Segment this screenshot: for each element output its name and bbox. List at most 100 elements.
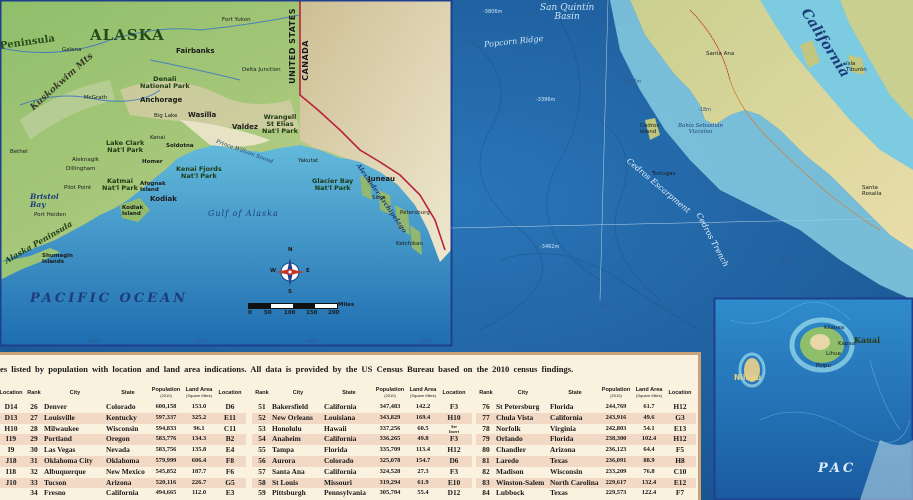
- cell-population: 229,617: [605, 478, 627, 486]
- cell-city: Milwaukee: [44, 423, 79, 433]
- cell-land-area: 169.4: [415, 413, 431, 421]
- header-land-area-2-sub: (Square Miles): [185, 393, 212, 398]
- cell-population: 236,091: [605, 457, 627, 464]
- place-sitka: Sitka: [372, 195, 386, 201]
- depth-3: -4137m: [622, 79, 642, 85]
- table-row: D14: [0, 402, 24, 413]
- table-row: 83 Winston-Salem North Carolina 229,617 132.…: [476, 477, 696, 489]
- place-fort-yukon: Fort Yukon: [222, 17, 251, 23]
- cell-city: Albuquerque: [44, 466, 86, 476]
- header-land-area-3-sub: (Square Miles): [409, 393, 436, 398]
- cell-rank: 33: [30, 477, 38, 487]
- cell-state: Oklahoma: [106, 456, 140, 465]
- header-state-4: State: [568, 390, 582, 396]
- san-quintin-basin-label: San Quintín Basin: [540, 3, 595, 22]
- scale-bar: 0 50 100 150 200 Miles: [248, 302, 358, 323]
- place-dillingham: Dillingham: [66, 166, 96, 172]
- cell-rank: 82: [482, 466, 490, 476]
- cell-city: Tampa: [272, 445, 294, 455]
- place-lihue: Lihue: [826, 351, 841, 357]
- cell-land-area: 132.4: [641, 478, 657, 486]
- place-denali: Denali National Park: [140, 75, 190, 90]
- cell-rank: 84: [482, 488, 490, 498]
- cell-city: Chula Vista: [496, 412, 534, 422]
- cell-location: H12: [447, 445, 461, 455]
- cell-city: Las Vegas: [44, 445, 76, 455]
- table-row: 52 New Orleans Louisiana 343,829 169.4 H10: [252, 412, 472, 424]
- cell-state: Wisconsin: [550, 466, 583, 476]
- table-row: 82 Madison Wisconsin 233,209 76.8 C10: [476, 467, 696, 478]
- cell-state: New Mexico: [106, 466, 145, 476]
- cell-location: F3: [449, 466, 459, 476]
- cell-city: Chandler: [496, 445, 526, 455]
- place-wrangell: Wrangell St Elias Nat'l Park: [262, 113, 298, 135]
- scale-tick-50: 50: [264, 310, 272, 316]
- bahia-label: Bahía Sebastián Vizcaíno: [678, 123, 724, 135]
- cell-city: Pittsburgh: [272, 488, 306, 498]
- cell-state: Kentucky: [106, 412, 137, 422]
- table-block-1: Location D14 D13 H10 I19 I9 J18 I18 J10: [0, 385, 24, 500]
- header-land-area-4-sub: (Square Miles): [635, 393, 662, 398]
- cell-land-area: 64.4: [643, 446, 655, 454]
- cell-rank: 53: [258, 423, 266, 433]
- table-row: 34 Fresno California 494,665 112.0 E3: [24, 488, 246, 499]
- cell-state: Wisconsin: [106, 423, 139, 433]
- compass-rose: N S W E: [270, 247, 310, 296]
- table-row: I19: [0, 434, 24, 446]
- cell-location: D14: [4, 402, 18, 411]
- table-row: 51 Bakersfield California 347,483 142.2 F3: [252, 402, 472, 413]
- header-land-area-2: Land Area (Square Miles): [182, 385, 216, 401]
- table-row: H10: [0, 424, 24, 435]
- cell-population: 335,709: [379, 446, 401, 454]
- cell-location: C10: [673, 466, 687, 476]
- cell-rank: 79: [482, 434, 490, 444]
- cell-location: I9: [7, 445, 15, 455]
- cell-location: F5: [675, 445, 685, 455]
- table-row: 79 Orlando Florida 238,300 102.4 H12: [476, 434, 696, 446]
- table-row: I9: [0, 445, 24, 456]
- table-row: J18: [0, 456, 24, 467]
- cell-location: D13: [4, 412, 18, 422]
- table-row: 32 Albuquerque New Mexico 545,852 187.7 F6: [24, 467, 246, 478]
- cell-state: Florida: [550, 402, 574, 411]
- cell-location: J10: [5, 477, 17, 487]
- table-row: 57 Santa Ana California 324,528 27.3 F3: [252, 467, 472, 478]
- cell-rank: 52: [258, 412, 266, 422]
- cell-population: 583,776: [155, 435, 177, 443]
- cell-location: H8: [675, 456, 685, 465]
- place-kodiak-island: Kodiak Island: [122, 205, 144, 217]
- cell-rank: 29: [30, 434, 38, 444]
- table-row: 59 Pittsburgh Pennsylvania 305,704 55.4 D12: [252, 488, 472, 499]
- place-bethel: Bethel: [10, 149, 28, 155]
- cell-rank: 83: [482, 477, 490, 487]
- place-lake-clark: Lake Clark Nat'l Park: [106, 139, 145, 154]
- cell-population: 242,803: [605, 424, 627, 432]
- cell-land-area: 112.0: [191, 489, 207, 497]
- header-population-3: Population (2010): [374, 385, 406, 401]
- cell-population: 319,294: [379, 478, 401, 486]
- cell-population: 229,573: [605, 489, 627, 497]
- place-katmai: Katmai Nat'l Park: [102, 177, 138, 192]
- header-location-1: Location: [0, 390, 23, 396]
- header-population-2: Population (2010): [150, 385, 182, 401]
- cell-city: Portland: [44, 434, 72, 444]
- cell-state: California: [550, 412, 583, 422]
- niihau-label: Niihau: [734, 373, 762, 382]
- cell-location: E10: [447, 477, 461, 487]
- table-row: 80 Chandler Arizona 236,123 64.4 F5: [476, 445, 696, 456]
- cell-city: Tucson: [44, 477, 67, 487]
- cell-location: H10: [4, 423, 18, 433]
- scale-tick-100: 100: [284, 310, 296, 316]
- map-view[interactable]: ALASKA UNITED STATES CANADA PACIFIC OCEA…: [0, 0, 913, 500]
- cedros-island-label: Cedros Island: [640, 123, 660, 135]
- scale-bar-track: [248, 303, 338, 309]
- cell-state: Arizona: [106, 477, 132, 487]
- table-row: 28 Milwaukee Wisconsin 594,833 96.1 C11: [24, 424, 246, 435]
- gulf-of-alaska-label: Gulf of Alaska: [208, 209, 279, 218]
- table-row: 30 Las Vegas Nevada 583,756 135.8 E4: [24, 445, 246, 456]
- city-population-table: es listed by population with location an…: [0, 352, 701, 500]
- cell-land-area: 60.5: [417, 424, 429, 432]
- cell-land-area: 88.9: [643, 457, 655, 464]
- cell-city: Bakersfield: [272, 402, 309, 411]
- united-states-label: UNITED STATES: [288, 8, 297, 84]
